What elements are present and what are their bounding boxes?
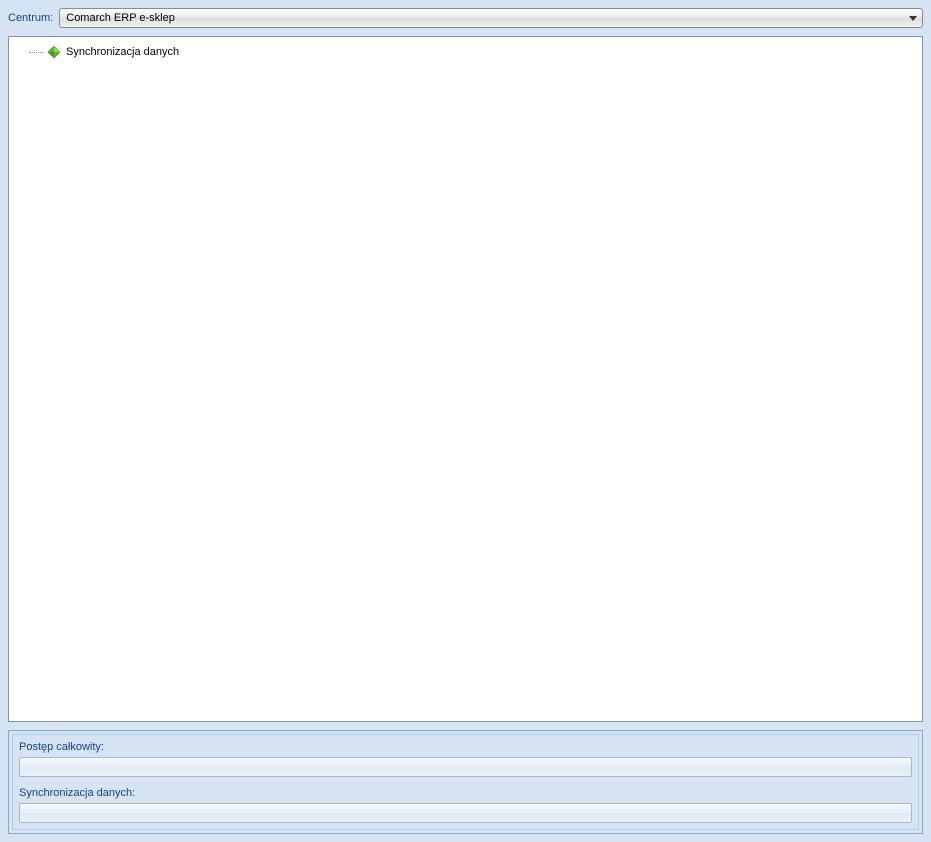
sync-progress-bar (19, 803, 912, 823)
chevron-down-icon (909, 12, 917, 24)
centrum-dropdown[interactable]: Comarch ERP e-sklep (59, 8, 923, 28)
dropdown-selected-text: Comarch ERP e-sklep (66, 12, 175, 24)
overall-progress-label: Postęp całkowity: (19, 741, 912, 753)
main-container: Centrum: Comarch ERP e-sklep Synchroniza… (0, 0, 931, 842)
top-row: Centrum: Comarch ERP e-sklep (8, 8, 923, 28)
tree-item-label: Synchronizacja danych (66, 46, 179, 58)
tree-connector-icon (27, 43, 45, 61)
sync-progress-label: Synchronizacja danych: (19, 787, 912, 799)
progress-panel: Postęp całkowity: Synchronizacja danych: (8, 730, 923, 834)
tree-item[interactable]: Synchronizacja danych (13, 43, 918, 61)
overall-progress-bar (19, 757, 912, 777)
sync-progress-group: Synchronizacja danych: (19, 787, 912, 823)
overall-progress-group: Postęp całkowity: (19, 741, 912, 777)
centrum-label: Centrum: (8, 12, 53, 24)
tree-panel[interactable]: Synchronizacja danych (8, 36, 923, 722)
green-diamond-icon (47, 45, 61, 59)
